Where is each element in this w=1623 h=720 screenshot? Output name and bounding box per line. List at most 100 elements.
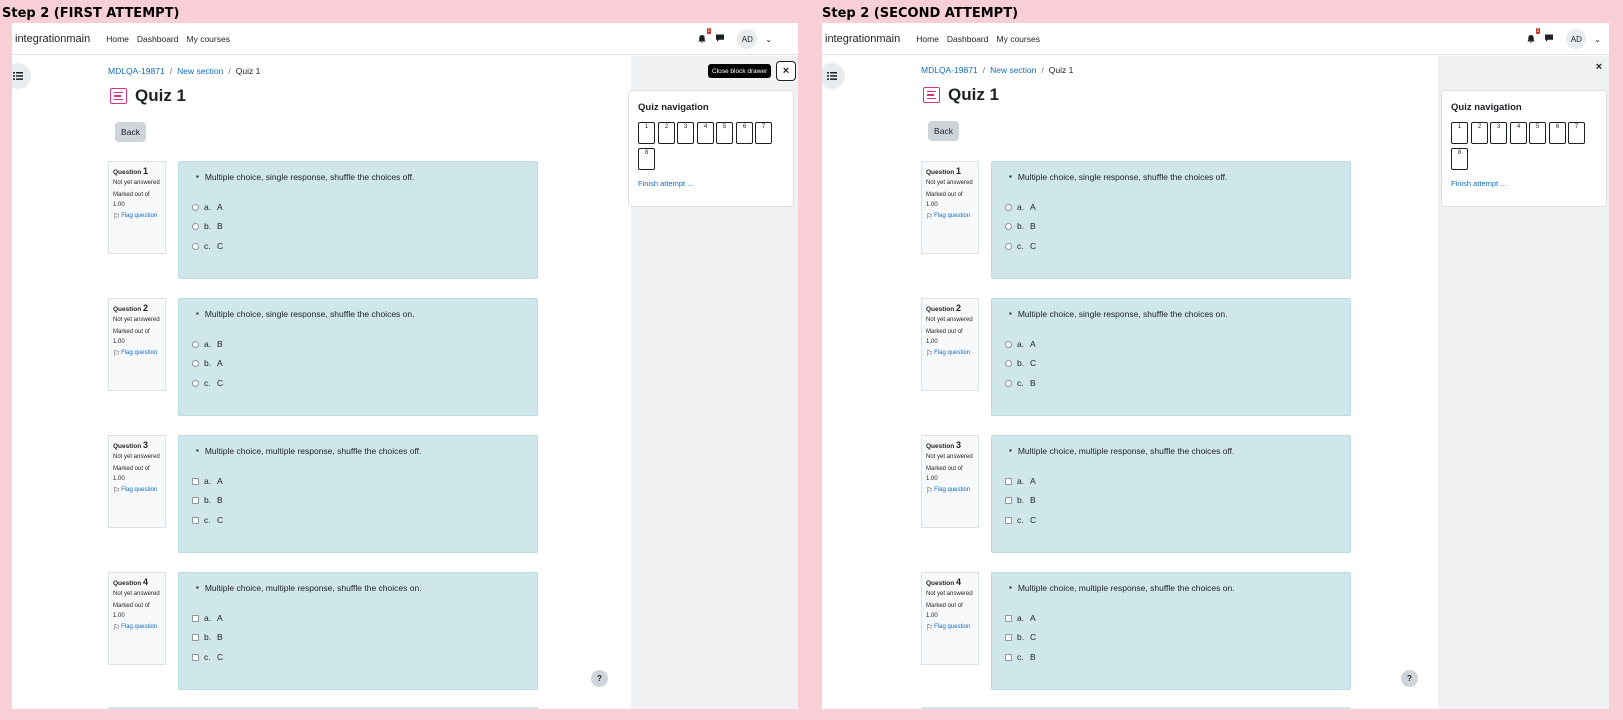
checkbox[interactable] — [1005, 496, 1012, 504]
answer-option[interactable]: b. B — [192, 632, 223, 642]
flag-question-link[interactable]: ⚐ Flag question — [113, 486, 161, 495]
breadcrumb-course[interactable]: MDLQA-19871 — [108, 66, 165, 76]
quiz-nav-button[interactable]: 2 — [1471, 122, 1488, 144]
quiz-nav-button[interactable]: 7 — [755, 122, 772, 144]
flag-question-link[interactable]: ⚐ Flag question — [926, 349, 974, 358]
quiz-nav-button[interactable]: 1 — [1451, 122, 1468, 144]
help-icon[interactable]: ? — [591, 670, 608, 687]
answer-option[interactable]: c. C — [1005, 241, 1036, 251]
nav-dashboard[interactable]: Dashboard — [137, 34, 179, 44]
radio-button[interactable] — [1005, 379, 1012, 387]
answer-option[interactable]: a. A — [192, 476, 223, 486]
answer-option[interactable]: c. C — [192, 515, 223, 525]
radio-button[interactable] — [1005, 340, 1012, 348]
checkbox[interactable] — [192, 516, 199, 524]
checkbox[interactable] — [1005, 633, 1012, 641]
answer-option[interactable]: c. B — [1005, 652, 1036, 662]
answer-option[interactable]: a. A — [1005, 613, 1036, 623]
finish-attempt-link[interactable]: Finish attempt ... — [638, 179, 693, 188]
course-index-toggle[interactable] — [12, 63, 31, 89]
answer-option[interactable]: c. B — [1005, 378, 1036, 388]
nav-home[interactable]: Home — [106, 34, 129, 44]
finish-attempt-link[interactable]: Finish attempt ... — [1451, 179, 1506, 188]
bell-icon[interactable]: 1 — [1524, 28, 1541, 46]
flag-question-link[interactable]: ⚐ Flag question — [926, 486, 974, 495]
answer-option[interactable]: a. A — [192, 202, 223, 212]
nav-dashboard[interactable]: Dashboard — [947, 34, 989, 44]
quiz-nav-button[interactable]: 5 — [1529, 122, 1546, 144]
radio-button[interactable] — [192, 242, 199, 250]
chevron-down-icon[interactable]: ⌄ — [1594, 35, 1601, 44]
flag-question-link[interactable]: ⚐ Flag question — [113, 349, 161, 358]
checkbox[interactable] — [192, 614, 199, 622]
checkbox[interactable] — [1005, 477, 1012, 485]
nav-home[interactable]: Home — [916, 34, 939, 44]
back-button[interactable]: Back — [928, 121, 959, 141]
checkbox[interactable] — [1005, 653, 1012, 661]
quiz-nav-button[interactable]: 8 — [638, 148, 655, 170]
checkbox[interactable] — [192, 496, 199, 504]
answer-option[interactable]: b. B — [1005, 495, 1036, 505]
radio-button[interactable] — [192, 379, 199, 387]
radio-button[interactable] — [192, 222, 199, 230]
flag-question-link[interactable]: ⚐ Flag question — [926, 623, 974, 632]
close-icon[interactable]: × — [776, 61, 796, 81]
answer-option[interactable]: a. A — [192, 613, 223, 623]
flag-question-link[interactable]: ⚐ Flag question — [926, 212, 974, 221]
flag-question-link[interactable]: ⚐ Flag question — [113, 212, 161, 221]
checkbox[interactable] — [192, 633, 199, 641]
quiz-nav-button[interactable]: 3 — [677, 122, 694, 144]
answer-option[interactable]: c. C — [192, 652, 223, 662]
flag-question-link[interactable]: ⚐ Flag question — [113, 623, 161, 632]
avatar[interactable]: AD — [737, 29, 758, 49]
help-icon[interactable]: ? — [1401, 670, 1418, 687]
radio-button[interactable] — [1005, 203, 1012, 211]
radio-button[interactable] — [1005, 242, 1012, 250]
radio-button[interactable] — [1005, 359, 1012, 367]
checkbox[interactable] — [1005, 614, 1012, 622]
quiz-nav-button[interactable]: 4 — [1510, 122, 1527, 144]
checkbox[interactable] — [1005, 516, 1012, 524]
answer-option[interactable]: a. A — [1005, 202, 1036, 212]
bell-icon[interactable]: 1 — [695, 28, 712, 46]
answer-option[interactable]: c. C — [192, 378, 223, 388]
nav-my-courses[interactable]: My courses — [997, 34, 1040, 44]
quiz-nav-button[interactable]: 7 — [1568, 122, 1585, 144]
avatar[interactable]: AD — [1566, 29, 1587, 49]
breadcrumb-section[interactable]: New section — [990, 65, 1036, 75]
chat-icon[interactable] — [1544, 30, 1554, 48]
answer-option[interactable]: c. C — [1005, 515, 1036, 525]
answer-option[interactable]: b. C — [1005, 358, 1036, 368]
answer-option[interactable]: b. B — [192, 221, 223, 231]
radio-button[interactable] — [192, 203, 199, 211]
answer-option[interactable]: b. B — [192, 495, 223, 505]
breadcrumb-course[interactable]: MDLQA-19871 — [921, 65, 978, 75]
course-index-toggle[interactable] — [822, 63, 845, 89]
chat-icon[interactable] — [715, 30, 725, 48]
nav-my-courses[interactable]: My courses — [187, 34, 230, 44]
quiz-nav-button[interactable]: 2 — [658, 122, 675, 144]
quiz-nav-button[interactable]: 1 — [638, 122, 655, 144]
quiz-nav-button[interactable]: 6 — [736, 122, 753, 144]
answer-option[interactable]: a. B — [192, 339, 223, 349]
chevron-down-icon[interactable]: ⌄ — [765, 35, 772, 44]
back-button[interactable]: Back — [115, 122, 146, 142]
answer-option[interactable]: b. B — [1005, 221, 1036, 231]
quiz-nav-button[interactable]: 5 — [716, 122, 733, 144]
answer-option[interactable]: c. C — [192, 241, 223, 251]
checkbox[interactable] — [192, 653, 199, 661]
quiz-nav-button[interactable]: 8 — [1451, 148, 1468, 170]
radio-button[interactable] — [192, 340, 199, 348]
answer-option[interactable]: a. A — [1005, 476, 1036, 486]
answer-option[interactable]: b. C — [1005, 632, 1036, 642]
checkbox[interactable] — [192, 477, 199, 485]
radio-button[interactable] — [1005, 222, 1012, 230]
close-icon[interactable]: × — [1592, 60, 1606, 74]
breadcrumb-section[interactable]: New section — [177, 66, 223, 76]
site-brand[interactable]: integrationmain — [15, 33, 90, 45]
answer-option[interactable]: b. A — [192, 358, 223, 368]
site-brand[interactable]: integrationmain — [825, 33, 900, 45]
quiz-nav-button[interactable]: 6 — [1549, 122, 1566, 144]
quiz-nav-button[interactable]: 4 — [697, 122, 714, 144]
quiz-nav-button[interactable]: 3 — [1490, 122, 1507, 144]
